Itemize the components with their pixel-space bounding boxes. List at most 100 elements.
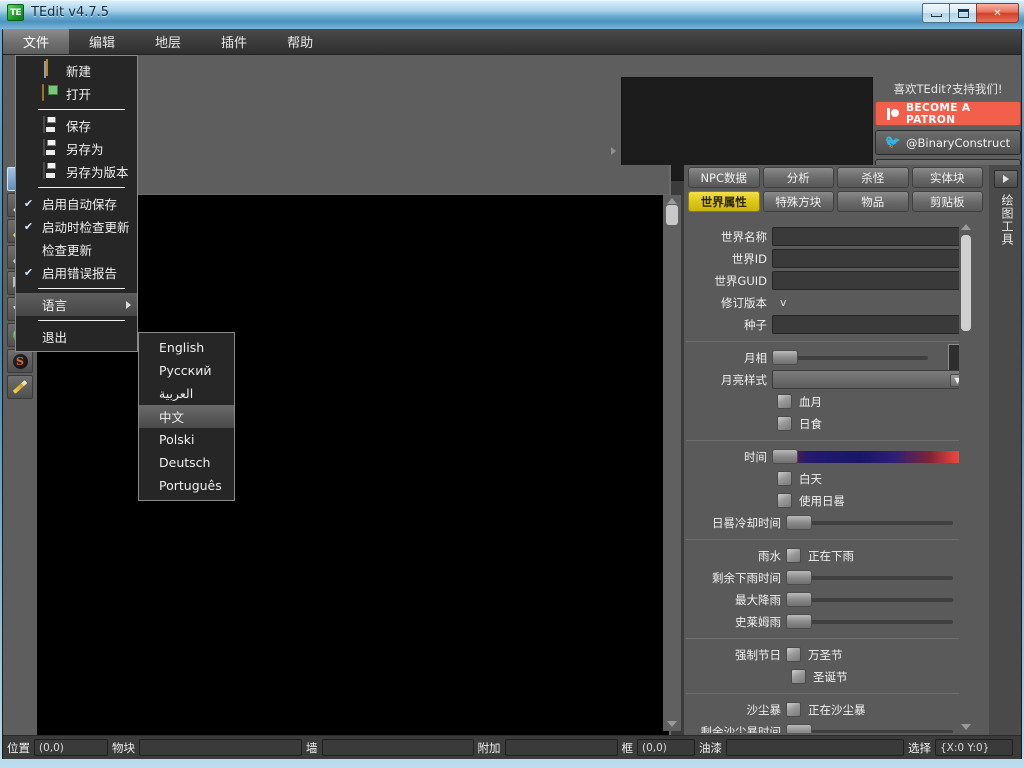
menu-root-help[interactable]: 帮助 [267,29,333,54]
tab-tile-entities[interactable]: 实体块 [912,167,984,188]
menu-item-label: 新建 [66,61,91,80]
world-name-input[interactable] [772,227,969,246]
slider-thumb[interactable] [772,449,798,464]
menu-root-plugins[interactable]: 插件 [201,29,267,54]
menu-item-enable-autosave[interactable]: ✔ 启用自动保存 [16,192,137,215]
world-id-input[interactable] [772,249,969,268]
tab-npc-data[interactable]: NPC数据 [688,167,760,188]
moon-phase-slider[interactable] [772,348,944,367]
sundial-cooldown-slider[interactable] [786,513,969,532]
max-rain-slider[interactable] [786,590,969,609]
status-tile-value [139,739,302,756]
status-extra-label: 附加 [478,740,501,756]
panel-tab-row-1: NPC数据 分析 杀怪 实体块 [686,167,985,191]
is-sandstorm-checkbox[interactable] [786,702,801,717]
world-guid-input[interactable] [772,271,969,290]
language-item-arabic[interactable]: العربية [139,382,234,405]
canvas-vertical-scrollbar[interactable] [663,195,681,731]
field-seed: 种子 [686,314,973,335]
maximize-icon [958,9,969,18]
field-is-sandstorm: 沙尘暴 正在沙尘暴 [686,699,973,720]
menu-root-layers[interactable]: 地层 [135,29,201,54]
is-day-checkbox[interactable] [777,471,792,486]
twitter-button[interactable]: 🐦 @BinaryConstruct [875,130,1021,155]
menu-item-language[interactable]: 语言 [16,293,137,316]
tab-world-properties[interactable]: 世界属性 [688,191,760,212]
seed-label: 种子 [686,317,772,333]
time-gradient-track [772,451,969,463]
blood-moon-checkbox[interactable] [777,394,792,409]
open-folder-icon [42,85,59,102]
menu-item-save-as[interactable]: 另存为 [16,137,137,160]
halloween-checkbox[interactable] [786,647,801,662]
maximize-button[interactable] [949,3,977,23]
menu-item-exit[interactable]: 退出 [16,325,137,348]
menu-item-open[interactable]: 打开 [16,82,137,105]
menu-item-check-updates[interactable]: 检查更新 [16,238,137,261]
tab-analysis[interactable]: 分析 [763,167,835,188]
menu-item-save-as-version[interactable]: 另存为版本 [16,160,137,183]
become-a-patron-button[interactable]: BECOME A PATRON [875,101,1021,126]
field-use-sundial: 使用日晷 [686,490,973,511]
menu-item-check-updates-on-start[interactable]: ✔ 启动时检查更新 [16,215,137,238]
menu-root-file[interactable]: 文件 [3,29,69,54]
panel-scroll-down-icon[interactable] [961,724,971,730]
menu-item-enable-error-reporting[interactable]: ✔ 启用错误报告 [16,261,137,284]
tab-special-tiles[interactable]: 特殊方块 [763,191,835,212]
palette-overflow-icon[interactable] [611,147,616,155]
panel-scroll-thumb[interactable] [961,235,971,331]
field-force-christmas: 圣诞节 [686,666,973,687]
slider-thumb[interactable] [786,570,812,585]
language-item-german[interactable]: Deutsch [139,451,234,474]
status-wall-label: 墙 [306,740,318,756]
panel-scroll-up-icon[interactable] [961,224,971,230]
tab-items[interactable]: 物品 [837,191,909,212]
menu-item-new[interactable]: 新建 [16,59,137,82]
status-frame-label: 框 [622,740,634,756]
slider-thumb[interactable] [786,614,812,629]
world-name-label: 世界名称 [686,229,772,245]
use-sundial-checkbox[interactable] [777,493,792,508]
menu-item-save[interactable]: 保存 [16,114,137,137]
sand-tool-button[interactable]: S [7,349,33,373]
is-raining-checkbox[interactable] [786,548,801,563]
rain-time-left-slider[interactable] [786,568,969,587]
is-raining-label: 正在下雨 [801,548,854,564]
sandstorm-time-left-slider[interactable] [786,722,969,733]
language-item-english[interactable]: English [139,336,234,359]
revision-label: 修订版本 [686,295,772,311]
scroll-down-icon[interactable] [667,721,677,727]
slider-thumb[interactable] [786,515,812,530]
moon-style-select[interactable]: ▼ [772,370,969,389]
field-moon-phase: 月相 [686,347,973,368]
menu-root-edit[interactable]: 编辑 [69,29,135,54]
title-bar[interactable]: TE TEdit v4.7.5 ✕ [0,0,1024,29]
field-moon-style: 月亮样式 ▼ [686,369,973,390]
close-button[interactable]: ✕ [976,3,1019,23]
eclipse-checkbox[interactable] [777,416,792,431]
expand-draw-tools-button[interactable] [994,170,1018,188]
paint-tool-button[interactable] [7,375,33,399]
file-dropdown-menu: 新建 打开 保存 另存为 另存为版本 [15,55,138,352]
time-slider[interactable] [772,447,969,466]
scroll-up-icon[interactable] [667,198,677,204]
language-item-chinese[interactable]: 中文 [139,405,234,428]
menu-separator [38,187,125,188]
status-tile-label: 物块 [112,740,135,756]
language-item-russian[interactable]: Русский [139,359,234,382]
slime-rain-slider[interactable] [786,612,969,631]
minimize-button[interactable] [922,3,950,23]
slider-thumb[interactable] [772,350,798,365]
revision-value: v [772,296,787,309]
slider-thumb[interactable] [786,724,812,733]
menu-separator [38,109,125,110]
christmas-checkbox[interactable] [791,669,806,684]
language-item-polish[interactable]: Polski [139,428,234,451]
language-item-portuguese[interactable]: Português [139,474,234,497]
seed-input[interactable] [772,315,969,334]
tab-clipboard[interactable]: 剪贴板 [912,191,984,212]
slider-thumb[interactable] [786,592,812,607]
tab-kill-tally[interactable]: 杀怪 [837,167,909,188]
panel-vertical-scrollbar[interactable] [959,221,973,733]
vertical-scroll-thumb[interactable] [666,205,678,225]
